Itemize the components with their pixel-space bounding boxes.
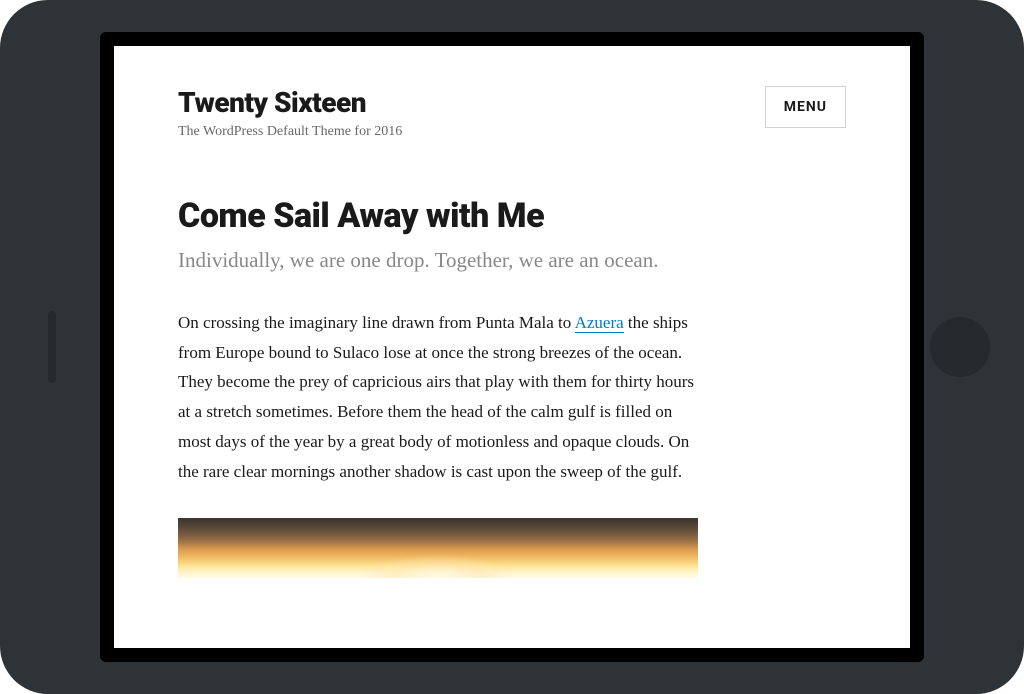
device-home-button[interactable] [930,317,990,377]
post-article: Come Sail Away with Me Individually, we … [178,196,846,579]
page-content: Twenty Sixteen The WordPress Default The… [114,46,910,578]
post-subtitle: Individually, we are one drop. Together,… [178,246,846,275]
featured-image[interactable] [178,518,698,578]
site-title[interactable]: Twenty Sixteen [178,86,765,120]
site-header: Twenty Sixteen The WordPress Default The… [178,86,846,140]
post-body-text-before: On crossing the imaginary line drawn fro… [178,313,575,332]
device-screen: Twenty Sixteen The WordPress Default The… [114,46,910,648]
menu-button[interactable]: MENU [765,86,846,128]
post-body-text-after: the ships from Europe bound to Sulaco lo… [178,313,694,481]
site-tagline: The WordPress Default Theme for 2016 [178,124,765,140]
tablet-device-frame: Twenty Sixteen The WordPress Default The… [0,0,1024,694]
device-speaker [48,311,56,383]
device-bezel: Twenty Sixteen The WordPress Default The… [100,32,924,662]
site-branding: Twenty Sixteen The WordPress Default The… [178,86,765,140]
post-body: On crossing the imaginary line drawn fro… [178,308,698,487]
post-body-link[interactable]: Azuera [575,313,624,333]
post-title[interactable]: Come Sail Away with Me [178,196,846,237]
